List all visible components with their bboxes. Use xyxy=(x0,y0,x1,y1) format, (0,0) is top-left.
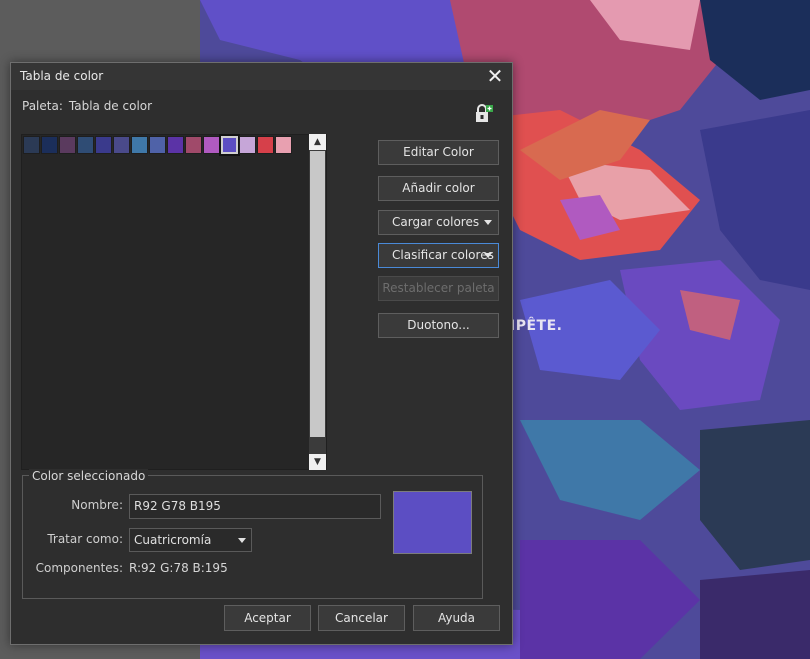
palette-value: Tabla de color xyxy=(68,99,153,113)
name-label: Nombre: xyxy=(71,498,123,512)
treat-as-select[interactable]: Cuatricromía xyxy=(129,528,252,552)
dialog-body: Paleta: Tabla de color ▲ ▼ Editar Color A… xyxy=(11,90,512,644)
swatch-list[interactable] xyxy=(21,134,327,470)
load-colors-button[interactable]: Cargar colores xyxy=(378,210,499,235)
lock-add-icon[interactable] xyxy=(474,104,494,124)
add-color-button[interactable]: Añadir color xyxy=(378,176,499,201)
color-swatch[interactable] xyxy=(275,136,292,154)
treat-as-label: Tratar como: xyxy=(47,532,123,546)
sort-colors-button[interactable]: Clasificar colores xyxy=(378,243,499,268)
color-swatch[interactable] xyxy=(167,136,184,154)
palette-line: Paleta: Tabla de color xyxy=(22,99,152,113)
swatch-scrollbar[interactable]: ▲ ▼ xyxy=(309,134,326,470)
dropdown-arrow-icon xyxy=(484,220,492,225)
color-swatch[interactable] xyxy=(257,136,274,154)
scroll-up-button[interactable]: ▲ xyxy=(309,134,326,150)
selected-color-title: Color seleccionado xyxy=(29,469,149,483)
swatch-grid xyxy=(23,134,293,156)
color-swatch[interactable] xyxy=(239,136,256,154)
chevron-down-icon: ▼ xyxy=(314,457,321,467)
color-table-dialog: Tabla de color ✕ Paleta: Tabla de color ▲… xyxy=(10,62,513,645)
color-swatch[interactable] xyxy=(95,136,112,154)
sort-colors-label: Clasificar colores xyxy=(392,248,494,262)
color-swatch[interactable] xyxy=(23,136,40,154)
close-button[interactable]: ✕ xyxy=(484,65,506,87)
edit-color-button[interactable]: Editar Color xyxy=(378,140,499,165)
color-name-input[interactable]: R92 G78 B195 xyxy=(129,494,381,519)
chevron-up-icon: ▲ xyxy=(314,137,321,147)
color-swatch[interactable] xyxy=(149,136,166,154)
chevron-down-icon xyxy=(238,538,246,543)
color-swatch[interactable] xyxy=(185,136,202,154)
dialog-title: Tabla de color xyxy=(20,69,104,83)
palette-label: Paleta: xyxy=(22,99,63,113)
dropdown-arrow-icon xyxy=(484,253,492,258)
scroll-down-button[interactable]: ▼ xyxy=(309,454,326,470)
background-overlay-text: IPÊTE. xyxy=(510,318,563,334)
ok-button[interactable]: Aceptar xyxy=(224,605,311,631)
color-swatch[interactable] xyxy=(113,136,130,154)
color-swatch[interactable] xyxy=(203,136,220,154)
color-swatch[interactable] xyxy=(77,136,94,154)
treat-as-value: Cuatricromía xyxy=(134,533,212,547)
reset-palette-button[interactable]: Restablecer paleta xyxy=(378,276,499,301)
help-button[interactable]: Ayuda xyxy=(413,605,500,631)
components-label: Componentes: xyxy=(35,561,123,575)
color-swatch[interactable] xyxy=(131,136,148,154)
components-value: R:92 G:78 B:195 xyxy=(129,561,228,575)
cancel-button[interactable]: Cancelar xyxy=(318,605,405,631)
color-swatch[interactable] xyxy=(41,136,58,154)
scroll-thumb[interactable] xyxy=(310,151,325,437)
color-preview xyxy=(393,491,472,554)
dialog-titlebar[interactable]: Tabla de color ✕ xyxy=(11,63,512,90)
load-colors-label: Cargar colores xyxy=(392,215,480,229)
color-swatch[interactable] xyxy=(219,134,240,156)
duotone-button[interactable]: Duotono... xyxy=(378,313,499,338)
close-icon: ✕ xyxy=(486,64,504,88)
color-swatch[interactable] xyxy=(59,136,76,154)
